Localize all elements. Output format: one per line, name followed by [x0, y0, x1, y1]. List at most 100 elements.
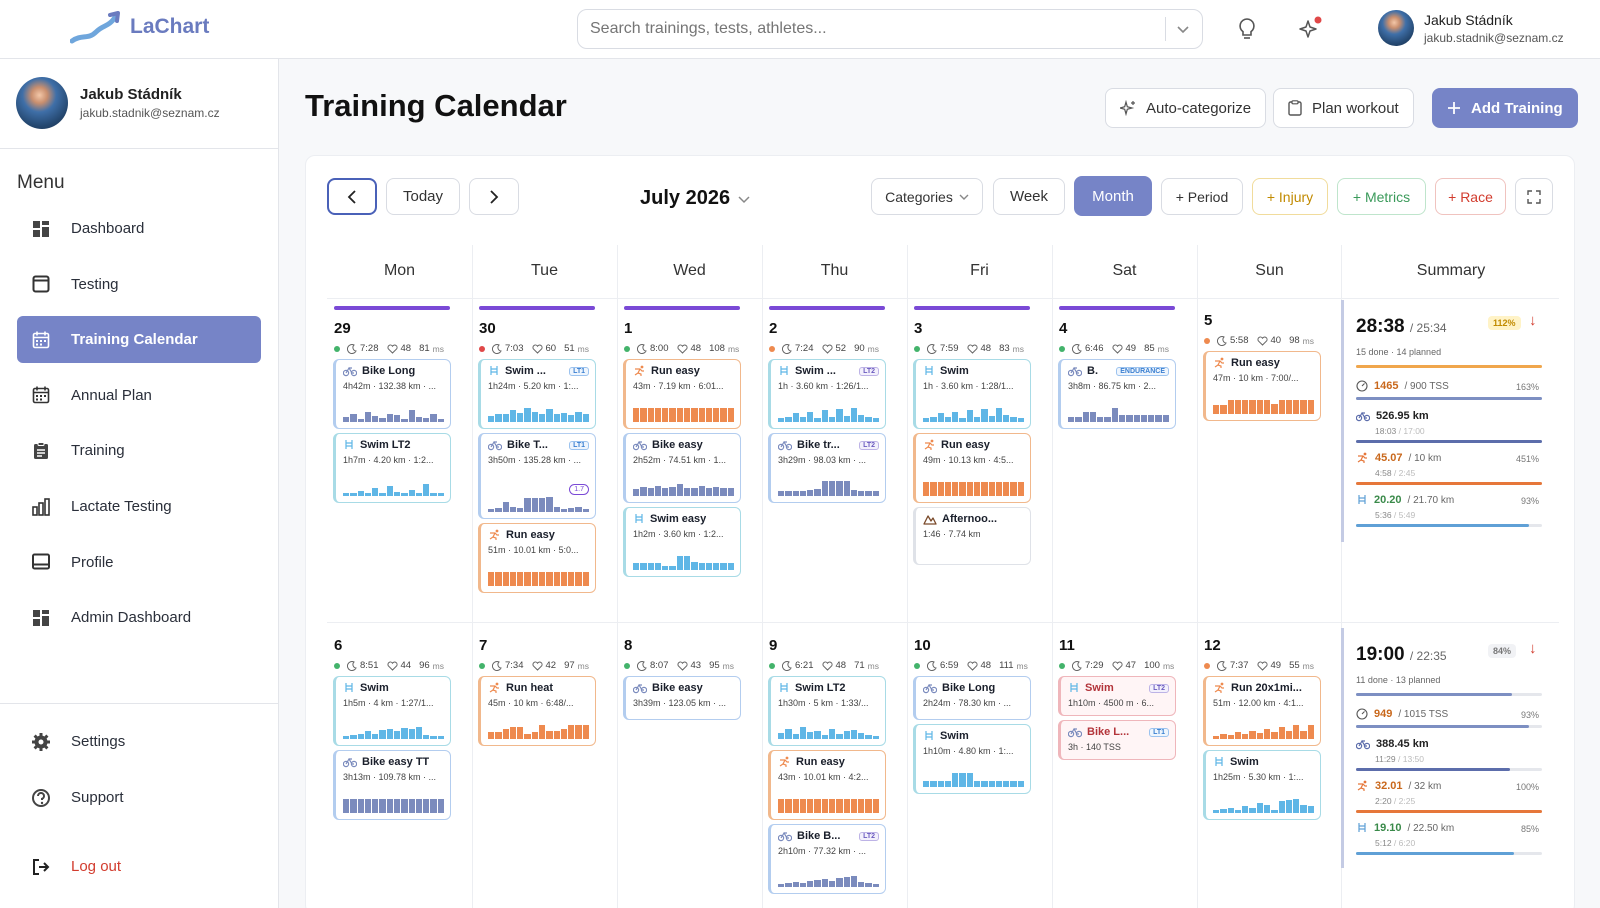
intensity-bar [669, 407, 676, 422]
training-card[interactable]: Run easy 47m · 10 km · 7:00/... [1203, 351, 1321, 421]
training-card[interactable]: Bike easy 3h39m · 123.05 km · ... [623, 676, 741, 720]
training-card[interactable]: Bike tr... LT2 3h29m · 98.03 km · ... [768, 433, 886, 503]
day-metrics[interactable]: 7:28 48 81 ms [334, 343, 444, 354]
sidebar-item-dashboard[interactable]: Dashboard [17, 205, 261, 252]
day-metrics[interactable]: 8:07 43 95 ms [624, 660, 734, 671]
training-card[interactable]: Bike easy 2h52m · 74.51 km · 1... [623, 433, 741, 503]
training-card[interactable]: Swim 1h5m · 4 km · 1:27/1... [333, 676, 451, 746]
day-metrics[interactable]: 5:58 40 98 ms [1204, 335, 1314, 346]
sidebar-item-admin-dashboard[interactable]: Admin Dashboard [17, 594, 261, 641]
summary-run-row: 32.01 / 32 km [1356, 780, 1441, 792]
day-number[interactable]: 2 [769, 320, 777, 337]
month-view-button[interactable]: Month [1074, 176, 1152, 216]
day-number[interactable]: 1 [624, 320, 632, 337]
training-card[interactable]: Swim LT2 1h30m · 5 km · 1:33/... [768, 676, 886, 746]
day-metrics[interactable]: 7:59 48 83 ms [914, 343, 1024, 354]
training-card[interactable]: Run easy 49m · 10.13 km · 4:5... [913, 433, 1031, 503]
add-race-button[interactable]: + Race [1435, 178, 1506, 215]
add-metrics-button[interactable]: + Metrics [1337, 178, 1426, 215]
training-card[interactable]: Bike Long 2h24m · 78.30 km · ... [913, 676, 1031, 720]
today-button[interactable]: Today [386, 178, 460, 215]
training-card[interactable]: Swim 1h25m · 5.30 km · 1:... [1203, 750, 1321, 820]
day-number[interactable]: 30 [479, 320, 496, 337]
day-number[interactable]: 6 [334, 637, 342, 654]
categories-dropdown[interactable]: Categories [871, 178, 983, 215]
logout-button[interactable]: Log out [17, 843, 261, 890]
day-metrics[interactable]: 6:46 49 85 ms [1059, 343, 1169, 354]
account-menu[interactable]: Jakub Stádník jakub.stadnik@seznam.cz [1378, 10, 1564, 46]
day-number[interactable]: 5 [1204, 312, 1212, 329]
training-card[interactable]: Run easy 43m · 10.01 km · 4:2... [768, 750, 886, 820]
prev-month-button[interactable] [327, 178, 377, 215]
week-summary[interactable]: 19:00 / 22:35 84% ↓ 11 done · 13 planned 949… [1341, 628, 1551, 868]
training-card[interactable]: Bike B... LT2 2h10m · 77.32 km · ... [768, 824, 886, 894]
training-card[interactable]: Swim ... LT1 1h24m · 5.20 km · 1:... [478, 359, 596, 429]
search-input[interactable] [590, 20, 1165, 38]
training-card[interactable]: Swim easy 1h2m · 3.60 km · 1:2... [623, 507, 741, 577]
month-selector[interactable]: July 2026 [640, 187, 750, 210]
day-metrics[interactable]: 7:29 47 100 ms [1059, 660, 1174, 671]
day-metrics[interactable]: 6:21 48 71 ms [769, 660, 879, 671]
day-metrics[interactable]: 7:37 49 55 ms [1204, 660, 1314, 671]
sidebar-item-training-calendar[interactable]: Training Calendar [17, 316, 261, 364]
training-card[interactable]: Run heat 45m · 10 km · 6:48/... [478, 676, 596, 746]
auto-categorize-button[interactable]: Auto-categorize [1105, 88, 1267, 128]
day-number[interactable]: 4 [1059, 320, 1067, 337]
sidebar-item-testing[interactable]: Testing [17, 261, 261, 308]
sidebar-item-support[interactable]: Support [17, 774, 261, 821]
week-summary[interactable]: 28:38 / 25:34 112% ↓ 15 done · 14 planned 14… [1341, 300, 1551, 542]
summary-swim-row: 19.10 / 22.50 km [1356, 822, 1454, 834]
day-number[interactable]: 9 [769, 637, 777, 654]
training-card[interactable]: Swim 1h10m · 4.80 km · 1:... [913, 724, 1031, 794]
plan-workout-button[interactable]: Plan workout [1273, 88, 1414, 128]
day-metrics[interactable]: 7:03 60 51 ms [479, 343, 589, 354]
sparkles-icon[interactable] [1297, 16, 1323, 42]
sidebar-item-profile[interactable]: Profile [17, 539, 261, 586]
training-card[interactable]: Run easy 43m · 7.19 km · 6:01... [623, 359, 741, 429]
training-card[interactable]: Bike L... LT1 3h · 140 TSS [1058, 720, 1176, 760]
search-box[interactable] [577, 9, 1203, 49]
day-metrics[interactable]: 7:24 52 90 ms [769, 343, 879, 354]
next-month-button[interactable] [469, 178, 519, 215]
training-card[interactable]: Bike Long 4h42m · 132.38 km · ... [333, 359, 451, 429]
sidebar-item-lactate-testing[interactable]: Lactate Testing [17, 483, 261, 530]
day-metrics[interactable]: 8:51 44 96 ms [334, 660, 444, 671]
day-number[interactable]: 3 [914, 320, 922, 337]
chevron-down-icon[interactable] [1176, 22, 1190, 36]
lightbulb-icon[interactable] [1234, 16, 1260, 42]
day-metrics[interactable]: 6:59 48 111 ms [914, 660, 1028, 671]
add-injury-button[interactable]: + Injury [1252, 178, 1328, 215]
day-number[interactable]: 11 [1059, 637, 1075, 654]
training-card[interactable]: Swim 1h · 3.60 km · 1:28/1... [913, 359, 1031, 429]
sidebar-item-settings[interactable]: Settings [17, 718, 261, 765]
add-training-button[interactable]: Add Training [1432, 88, 1578, 128]
fullscreen-button[interactable] [1515, 178, 1553, 215]
day-metrics[interactable]: 7:34 42 97 ms [479, 660, 589, 671]
day-number[interactable]: 7 [479, 637, 487, 654]
sidebar-user[interactable]: Jakub Stádník jakub.stadnik@seznam.cz [16, 77, 220, 129]
training-card[interactable]: Bike easy TT 3h13m · 109.78 km · ... [333, 750, 451, 820]
intensity-bar [357, 733, 364, 739]
training-card[interactable]: Swim LT2 1h7m · 4.20 km · 1:2... [333, 433, 451, 503]
day-metrics[interactable]: 8:00 48 108 ms [624, 343, 739, 354]
training-card[interactable]: Afternoo... 1:46 · 7.74 km [913, 507, 1031, 565]
app-logo[interactable]: LaChart [70, 10, 209, 44]
training-card[interactable]: Swim ... LT2 1h · 3.60 km · 1:26/1... [768, 359, 886, 429]
day-number[interactable]: 10 [914, 637, 931, 654]
add-period-button[interactable]: + Period [1161, 178, 1243, 215]
training-card[interactable]: Run 20x1mi... 51m · 12.00 km · 4:1... [1203, 676, 1321, 746]
sidebar-item-annual-plan[interactable]: Annual Plan [17, 372, 261, 419]
intensity-bar [1162, 415, 1169, 422]
training-card[interactable]: Swim LT2 1h10m · 4500 m · 6... [1058, 676, 1176, 716]
sidebar-item-training[interactable]: Training [17, 427, 261, 474]
training-card[interactable]: Bike T... LT1 3h50m · 135.28 km · ... 1.7 [478, 433, 596, 519]
week-view-button[interactable]: Week [993, 178, 1065, 215]
intensity-bar [538, 413, 546, 422]
day-number[interactable]: 8 [624, 637, 632, 654]
day-number[interactable]: 29 [334, 320, 351, 337]
intensity-bar [1293, 399, 1300, 414]
training-card[interactable]: B. ENDURANCE 3h8m · 86.75 km · 2... [1058, 359, 1176, 429]
grid-line [762, 245, 763, 908]
day-number[interactable]: 12 [1204, 637, 1221, 654]
training-card[interactable]: Run easy 51m · 10.01 km · 5:0... [478, 523, 596, 593]
